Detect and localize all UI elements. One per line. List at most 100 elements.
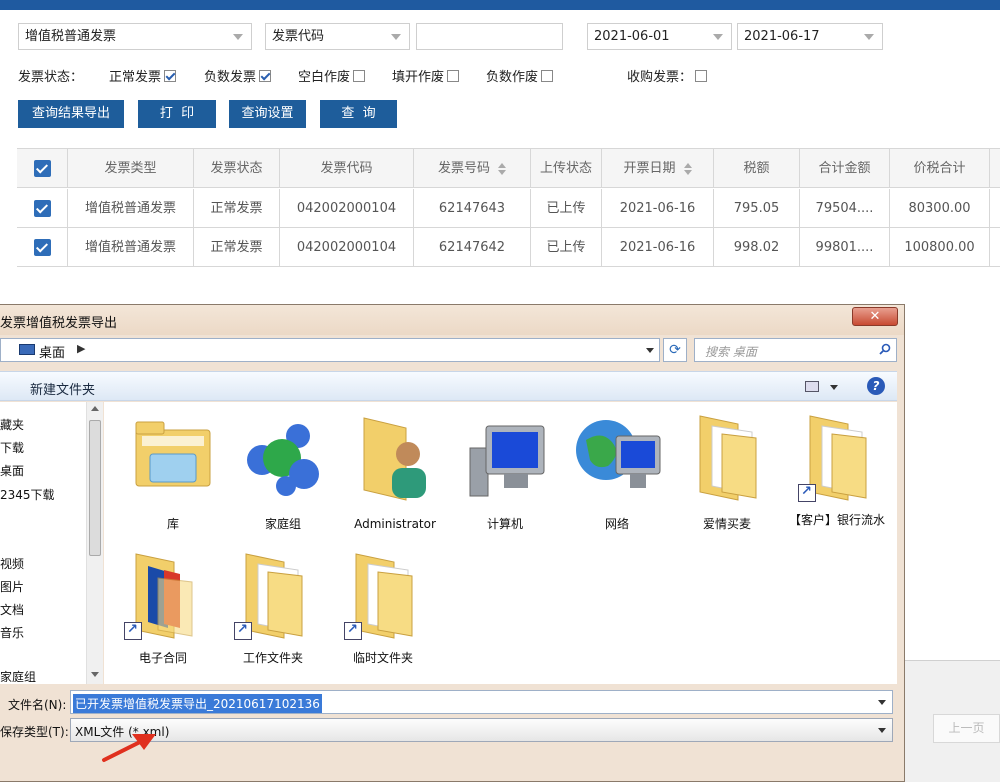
- scroll-up-icon[interactable]: [91, 406, 99, 411]
- file-item-library[interactable]: 库: [118, 410, 228, 532]
- column-header[interactable]: 发票状态: [194, 149, 280, 188]
- export-results-button[interactable]: 查询结果导出: [18, 100, 124, 128]
- close-button[interactable]: ✕: [852, 307, 898, 326]
- scroll-down-icon[interactable]: [91, 672, 99, 677]
- folder-shortcut-icon: [118, 548, 208, 644]
- scroll-thumb[interactable]: [89, 420, 101, 556]
- checkbox-checked-icon[interactable]: [164, 70, 177, 82]
- checkbox-icon[interactable]: [447, 70, 460, 82]
- date-from-select[interactable]: 2021-06-01: [587, 23, 732, 50]
- nav-item-videos[interactable]: 视频: [0, 555, 24, 572]
- new-folder-button[interactable]: 新建文件夹: [30, 379, 95, 398]
- file-item-network[interactable]: 网络: [562, 410, 672, 532]
- checkbox-icon[interactable]: [353, 70, 366, 82]
- status-option-normal[interactable]: 正常发票: [109, 66, 177, 85]
- sort-icon[interactable]: [683, 162, 692, 175]
- file-item-bank-folder[interactable]: 【客户】银行流水: [782, 410, 892, 528]
- filename-value[interactable]: 已开发票增值税发票导出_20210617102136: [73, 694, 322, 713]
- column-header-sortable[interactable]: 开票日期: [602, 149, 714, 188]
- print-button[interactable]: 打 印: [138, 100, 216, 128]
- table-cell: 62147643: [414, 189, 531, 228]
- column-header-sortable[interactable]: 发票号码: [414, 149, 531, 188]
- status-option-negative-void[interactable]: 负数作废: [486, 66, 554, 85]
- query-button[interactable]: 查 询: [320, 100, 397, 128]
- nav-item-pictures[interactable]: 图片: [0, 578, 24, 595]
- refresh-icon[interactable]: ⟳: [663, 338, 687, 362]
- purchase-invoice-option[interactable]: 收购发票：: [627, 66, 708, 85]
- chevron-down-icon[interactable]: [646, 348, 654, 353]
- column-header[interactable]: 发票类型: [68, 149, 194, 188]
- network-icon: [576, 420, 661, 488]
- nav-item-desktop[interactable]: 桌面: [0, 462, 24, 479]
- file-item-e-contract[interactable]: 电子合同: [108, 548, 218, 666]
- dialog-title-bar[interactable]: 发票增值税发票导出: [0, 305, 904, 335]
- checkbox-icon[interactable]: [541, 70, 554, 82]
- help-icon[interactable]: ?: [867, 377, 885, 395]
- nav-scrollbar[interactable]: [86, 402, 103, 684]
- sort-icon[interactable]: [498, 162, 506, 175]
- table-cell: 62147642: [414, 228, 531, 267]
- nav-item-favorites[interactable]: 藏夹: [0, 416, 24, 433]
- nav-item-2345-downloads[interactable]: 2345下载: [0, 486, 55, 503]
- table-cell: 正常发票: [194, 228, 280, 267]
- chevron-down-icon[interactable]: [878, 700, 886, 705]
- file-item-computer[interactable]: 计算机: [450, 410, 560, 532]
- file-item-administrator[interactable]: Administrator: [340, 410, 450, 532]
- prev-page-button[interactable]: 上一页: [933, 714, 1000, 743]
- file-item-homegroup[interactable]: 家庭组: [228, 410, 338, 532]
- desktop-icon: [19, 344, 35, 355]
- row-select-cell[interactable]: [17, 228, 68, 267]
- file-item-temp-folder[interactable]: 临时文件夹: [328, 548, 438, 666]
- checkbox-checked-icon[interactable]: [33, 200, 51, 217]
- folder-shortcut-icon: [228, 548, 318, 644]
- status-option-issued-void[interactable]: 填开作废: [392, 66, 460, 85]
- filename-input[interactable]: 已开发票增值税发票导出_20210617102136: [70, 690, 893, 714]
- table-cell: 79504....: [800, 189, 890, 228]
- chevron-right-icon[interactable]: ▶: [77, 342, 85, 355]
- filename-label: 文件名(N):: [8, 698, 67, 712]
- row-select-cell[interactable]: [17, 189, 68, 228]
- table-cell: 已上传: [531, 189, 602, 228]
- checkbox-checked-icon[interactable]: [259, 70, 272, 82]
- file-item-label: 计算机: [486, 517, 523, 531]
- address-bar[interactable]: 桌面 ▶: [0, 338, 660, 362]
- table-cell: 增值税普通发票: [68, 228, 194, 267]
- date-to-select[interactable]: 2021-06-17: [737, 23, 883, 50]
- nav-item-music[interactable]: 音乐: [0, 624, 24, 641]
- file-item-label: 电子合同: [138, 651, 187, 665]
- select-all-cell[interactable]: [17, 149, 68, 188]
- address-location[interactable]: 桌面: [39, 342, 65, 361]
- status-option-blank-void[interactable]: 空白作废: [298, 66, 366, 85]
- filetype-select[interactable]: XML文件 (*.xml): [70, 718, 893, 742]
- nav-item-documents[interactable]: 文档: [0, 601, 24, 618]
- chevron-down-icon[interactable]: [830, 385, 838, 390]
- checkbox-checked-icon[interactable]: [33, 160, 51, 177]
- code-field-select[interactable]: 发票代码: [265, 23, 410, 50]
- view-options-icon[interactable]: [805, 381, 819, 392]
- status-option-label: 负数作废: [486, 70, 539, 85]
- chevron-down-icon: [864, 34, 874, 40]
- table-cell: 998.02: [714, 228, 800, 267]
- shortcut-arrow-icon: [344, 622, 362, 640]
- table-cell: 100800.00: [890, 228, 990, 267]
- chevron-down-icon[interactable]: [878, 728, 886, 733]
- search-input[interactable]: 搜索 桌面: [694, 338, 897, 362]
- file-item-work-folder[interactable]: 工作文件夹: [218, 548, 328, 666]
- nav-item-homegroup[interactable]: 家庭组: [0, 668, 36, 682]
- search-icon[interactable]: [879, 343, 891, 355]
- query-settings-button[interactable]: 查询设置: [229, 100, 306, 128]
- table-row[interactable]: 增值税普通发票 正常发票 042002000104 62147643 已上传 2…: [17, 189, 1000, 228]
- checkbox-icon[interactable]: [695, 70, 708, 82]
- column-header[interactable]: 价税合计: [890, 149, 990, 188]
- file-item-love-folder[interactable]: 爱情买麦: [672, 410, 782, 532]
- table-row[interactable]: 增值税普通发票 正常发票 042002000104 62147642 已上传 2…: [17, 228, 1000, 267]
- column-header[interactable]: 合计金额: [800, 149, 890, 188]
- code-input[interactable]: [416, 23, 563, 50]
- column-header[interactable]: 发票代码: [280, 149, 414, 188]
- column-header[interactable]: 上传状态: [531, 149, 602, 188]
- status-option-negative[interactable]: 负数发票: [204, 66, 272, 85]
- invoice-type-select[interactable]: 增值税普通发票: [18, 23, 252, 50]
- checkbox-checked-icon[interactable]: [33, 239, 51, 256]
- column-header[interactable]: 税额: [714, 149, 800, 188]
- nav-item-downloads[interactable]: 下载: [0, 439, 24, 456]
